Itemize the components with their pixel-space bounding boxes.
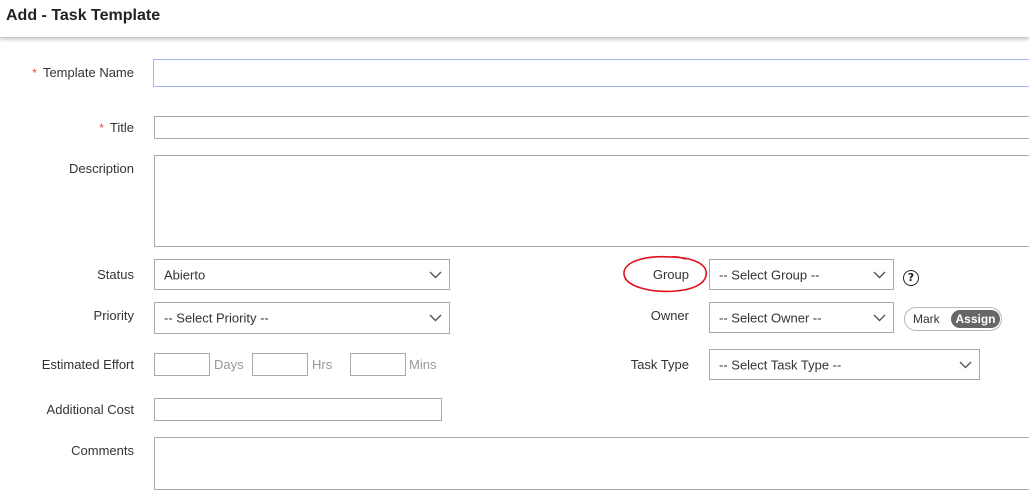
owner-mark-assign-toggle[interactable]: Mark Assign bbox=[904, 307, 1002, 331]
owner-label: Owner bbox=[650, 308, 689, 323]
required-marker: * bbox=[99, 121, 104, 135]
task-type-select[interactable]: -- Select Task Type -- bbox=[709, 349, 980, 380]
help-icon[interactable]: ? bbox=[903, 270, 919, 286]
owner-select[interactable]: -- Select Owner -- bbox=[709, 302, 894, 333]
template-name-label: * Template Name bbox=[32, 65, 134, 80]
chevron-down-icon bbox=[959, 361, 972, 368]
hrs-unit-label: Hrs bbox=[312, 357, 333, 372]
chevron-down-icon bbox=[873, 314, 886, 321]
group-select[interactable]: -- Select Group -- bbox=[709, 259, 894, 290]
comments-label: Comments bbox=[71, 443, 134, 458]
priority-selected-value: -- Select Priority -- bbox=[164, 310, 269, 326]
group-selected-value: -- Select Group -- bbox=[719, 267, 820, 282]
chevron-down-icon bbox=[873, 271, 886, 278]
additional-cost-input[interactable] bbox=[154, 398, 442, 421]
mins-unit-label: Mins bbox=[409, 357, 437, 372]
page-title: Add - Task Template bbox=[6, 7, 161, 24]
estimated-effort-label: Estimated Effort bbox=[41, 357, 134, 372]
status-select[interactable]: Abierto bbox=[154, 259, 450, 290]
effort-hrs-input[interactable] bbox=[252, 353, 308, 376]
task-type-selected-value: -- Select Task Type -- bbox=[719, 357, 842, 372]
chevron-down-icon bbox=[429, 314, 442, 322]
priority-label: Priority bbox=[93, 308, 134, 323]
priority-select[interactable]: -- Select Priority -- bbox=[154, 302, 450, 334]
additional-cost-label: Additional Cost bbox=[46, 402, 134, 417]
red-circle-annotation bbox=[623, 255, 707, 293]
owner-selected-value: -- Select Owner -- bbox=[719, 310, 822, 325]
status-selected-value: Abierto bbox=[164, 267, 206, 282]
chevron-down-icon bbox=[429, 271, 442, 278]
required-marker: * bbox=[32, 66, 37, 80]
page-header: Add - Task Template bbox=[0, 0, 1029, 38]
toggle-assign-option[interactable]: Assign bbox=[951, 310, 1000, 328]
status-label: Status bbox=[97, 267, 134, 282]
effort-mins-input[interactable] bbox=[350, 353, 406, 376]
effort-days-input[interactable] bbox=[154, 353, 210, 376]
title-input[interactable] bbox=[154, 116, 1029, 139]
toggle-mark-option[interactable]: Mark bbox=[913, 312, 940, 326]
task-type-label: Task Type bbox=[630, 357, 689, 372]
template-name-input[interactable] bbox=[153, 59, 1029, 87]
comments-textarea[interactable] bbox=[154, 437, 1029, 490]
days-unit-label: Days bbox=[214, 357, 244, 372]
description-label: Description bbox=[68, 161, 134, 176]
title-label: * Title bbox=[99, 120, 134, 135]
description-textarea[interactable] bbox=[154, 155, 1029, 247]
